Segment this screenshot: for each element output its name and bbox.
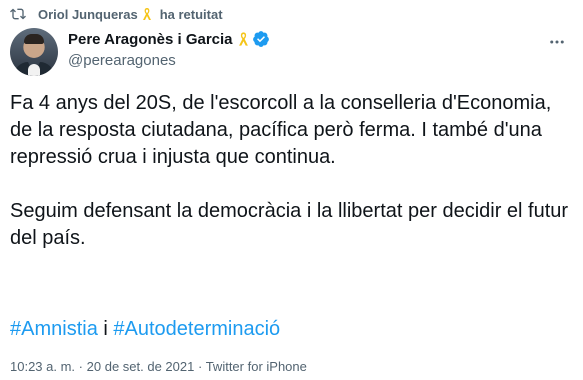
retweet-bar: Oriol Junqueras ha retuitat <box>10 4 223 24</box>
tweet-header: Pere Aragonès i Garcia @perearagones <box>10 28 573 76</box>
retweet-icon <box>10 8 26 20</box>
tweet-source[interactable]: Twitter for iPhone <box>206 359 307 374</box>
author-name-row[interactable]: Pere Aragonès i Garcia <box>68 30 270 48</box>
hashtag-row: #Amnistia i #Autodeterminació <box>10 316 280 343</box>
yellow-ribbon-icon <box>238 32 248 46</box>
hashtag-autodeterminacio-link[interactable]: #Autodeterminació <box>113 318 280 340</box>
retweet-action-text: ha retuitat <box>159 6 223 22</box>
avatar[interactable] <box>10 28 58 76</box>
retweeter-name[interactable]: Oriol Junqueras <box>38 7 138 22</box>
hashtag-amnistia-link[interactable]: #Amnistia <box>10 318 98 340</box>
more-options-button[interactable] <box>545 30 569 54</box>
tweet-paragraph-2: Seguim defensant la democràcia i la llib… <box>10 200 569 249</box>
yellow-ribbon-icon <box>142 8 151 20</box>
tweet-time[interactable]: 10:23 a. m. <box>10 359 75 374</box>
tweet-text: Fa 4 anys del 20S, de l'escorcoll a la c… <box>10 90 573 252</box>
meta-dot: · <box>78 359 84 374</box>
tweet-paragraph-1: Fa 4 anys del 20S, de l'escorcoll a la c… <box>10 92 552 168</box>
author-handle[interactable]: @perearagones <box>68 52 176 69</box>
more-icon <box>550 40 564 44</box>
tweet-date[interactable]: 20 de set. de 2021 <box>87 359 195 374</box>
tweet-meta: 10:23 a. m. · 20 de set. de 2021 · Twitt… <box>10 359 307 374</box>
author-name[interactable]: Pere Aragonès i Garcia <box>68 31 233 48</box>
meta-dot: · <box>197 359 203 374</box>
hashtag-separator: i <box>103 318 108 340</box>
verified-badge-icon <box>252 31 269 47</box>
